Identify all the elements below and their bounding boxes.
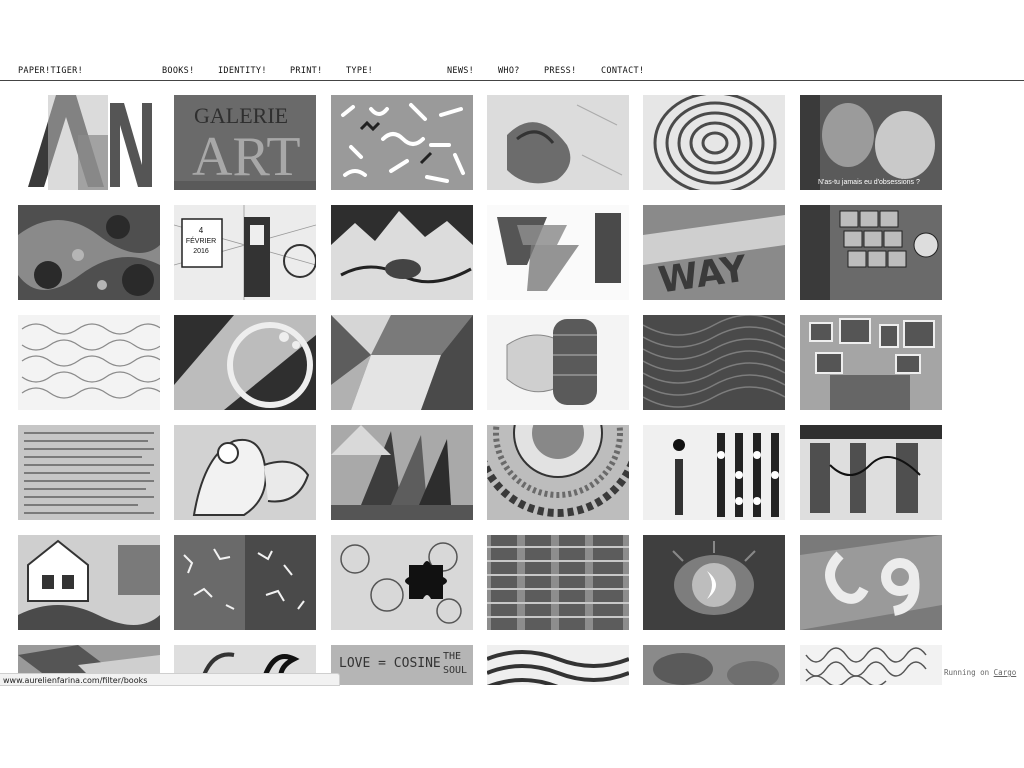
- thumbnail-text: LOVE = COSINE: [339, 656, 441, 671]
- site-footer: Running on Cargo: [944, 668, 1016, 677]
- project-thumbnail-grid-partial-row: LOVE = COSINE THE SOUL: [0, 0, 1024, 768]
- thumbnail-text: THE: [443, 651, 461, 662]
- thumbnail-text: SOUL: [443, 665, 467, 676]
- project-thumbnail[interactable]: LOVE = COSINE THE SOUL: [331, 645, 473, 685]
- project-thumbnail[interactable]: [800, 645, 942, 685]
- browser-status-url: www.aurelienfarina.com/filter/books: [0, 673, 340, 686]
- project-thumbnail[interactable]: [487, 645, 629, 685]
- cargo-link[interactable]: Cargo: [994, 668, 1017, 677]
- footer-prefix: Running on: [944, 668, 990, 677]
- project-thumbnail[interactable]: [643, 645, 785, 685]
